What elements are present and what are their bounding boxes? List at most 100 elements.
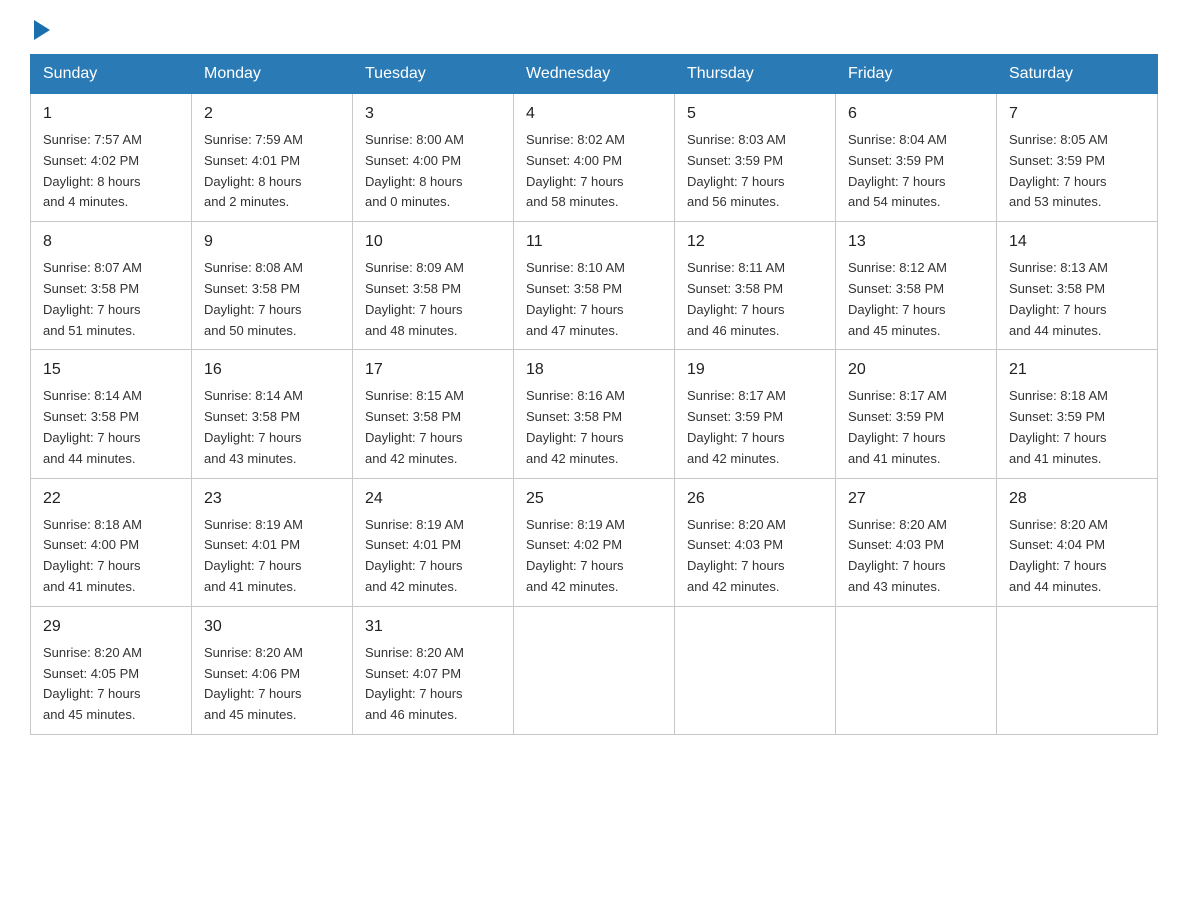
- day-number: 12: [687, 230, 823, 254]
- calendar-week-4: 22 Sunrise: 8:18 AMSunset: 4:00 PMDaylig…: [31, 478, 1158, 606]
- day-info: Sunrise: 8:19 AMSunset: 4:02 PMDaylight:…: [526, 515, 662, 598]
- calendar-cell: 15 Sunrise: 8:14 AMSunset: 3:58 PMDaylig…: [31, 350, 192, 478]
- calendar-cell: 2 Sunrise: 7:59 AMSunset: 4:01 PMDayligh…: [192, 94, 353, 222]
- day-info: Sunrise: 8:15 AMSunset: 3:58 PMDaylight:…: [365, 386, 501, 469]
- day-number: 3: [365, 102, 501, 126]
- day-info: Sunrise: 7:57 AMSunset: 4:02 PMDaylight:…: [43, 130, 179, 213]
- calendar-cell: 18 Sunrise: 8:16 AMSunset: 3:58 PMDaylig…: [514, 350, 675, 478]
- calendar-cell: 30 Sunrise: 8:20 AMSunset: 4:06 PMDaylig…: [192, 606, 353, 734]
- day-number: 7: [1009, 102, 1145, 126]
- calendar-cell: 25 Sunrise: 8:19 AMSunset: 4:02 PMDaylig…: [514, 478, 675, 606]
- weekday-header-saturday: Saturday: [997, 55, 1158, 94]
- calendar-cell: 16 Sunrise: 8:14 AMSunset: 3:58 PMDaylig…: [192, 350, 353, 478]
- calendar-cell: [836, 606, 997, 734]
- calendar-cell: 3 Sunrise: 8:00 AMSunset: 4:00 PMDayligh…: [353, 94, 514, 222]
- day-number: 21: [1009, 358, 1145, 382]
- day-number: 23: [204, 487, 340, 511]
- weekday-header-sunday: Sunday: [31, 55, 192, 94]
- calendar-cell: 21 Sunrise: 8:18 AMSunset: 3:59 PMDaylig…: [997, 350, 1158, 478]
- day-number: 22: [43, 487, 179, 511]
- day-info: Sunrise: 8:14 AMSunset: 3:58 PMDaylight:…: [43, 386, 179, 469]
- day-number: 28: [1009, 487, 1145, 511]
- day-number: 29: [43, 615, 179, 639]
- calendar-cell: 31 Sunrise: 8:20 AMSunset: 4:07 PMDaylig…: [353, 606, 514, 734]
- day-info: Sunrise: 8:20 AMSunset: 4:06 PMDaylight:…: [204, 643, 340, 726]
- day-info: Sunrise: 8:18 AMSunset: 3:59 PMDaylight:…: [1009, 386, 1145, 469]
- day-number: 31: [365, 615, 501, 639]
- day-info: Sunrise: 8:05 AMSunset: 3:59 PMDaylight:…: [1009, 130, 1145, 213]
- day-number: 16: [204, 358, 340, 382]
- day-info: Sunrise: 8:20 AMSunset: 4:05 PMDaylight:…: [43, 643, 179, 726]
- day-info: Sunrise: 8:08 AMSunset: 3:58 PMDaylight:…: [204, 258, 340, 341]
- calendar-cell: 4 Sunrise: 8:02 AMSunset: 4:00 PMDayligh…: [514, 94, 675, 222]
- day-info: Sunrise: 8:20 AMSunset: 4:03 PMDaylight:…: [848, 515, 984, 598]
- calendar-cell: 23 Sunrise: 8:19 AMSunset: 4:01 PMDaylig…: [192, 478, 353, 606]
- day-number: 17: [365, 358, 501, 382]
- day-info: Sunrise: 8:17 AMSunset: 3:59 PMDaylight:…: [687, 386, 823, 469]
- calendar-cell: 7 Sunrise: 8:05 AMSunset: 3:59 PMDayligh…: [997, 94, 1158, 222]
- calendar-cell: 27 Sunrise: 8:20 AMSunset: 4:03 PMDaylig…: [836, 478, 997, 606]
- weekday-header-thursday: Thursday: [675, 55, 836, 94]
- calendar-cell: 13 Sunrise: 8:12 AMSunset: 3:58 PMDaylig…: [836, 222, 997, 350]
- day-number: 1: [43, 102, 179, 126]
- day-info: Sunrise: 8:09 AMSunset: 3:58 PMDaylight:…: [365, 258, 501, 341]
- calendar-table: SundayMondayTuesdayWednesdayThursdayFrid…: [30, 54, 1158, 735]
- calendar-cell: 19 Sunrise: 8:17 AMSunset: 3:59 PMDaylig…: [675, 350, 836, 478]
- day-number: 5: [687, 102, 823, 126]
- day-info: Sunrise: 8:10 AMSunset: 3:58 PMDaylight:…: [526, 258, 662, 341]
- day-info: Sunrise: 8:04 AMSunset: 3:59 PMDaylight:…: [848, 130, 984, 213]
- day-number: 2: [204, 102, 340, 126]
- day-number: 13: [848, 230, 984, 254]
- day-number: 19: [687, 358, 823, 382]
- weekday-header-monday: Monday: [192, 55, 353, 94]
- day-info: Sunrise: 8:19 AMSunset: 4:01 PMDaylight:…: [204, 515, 340, 598]
- day-number: 8: [43, 230, 179, 254]
- day-info: Sunrise: 8:14 AMSunset: 3:58 PMDaylight:…: [204, 386, 340, 469]
- weekday-header-tuesday: Tuesday: [353, 55, 514, 94]
- calendar-cell: 28 Sunrise: 8:20 AMSunset: 4:04 PMDaylig…: [997, 478, 1158, 606]
- calendar-cell: 8 Sunrise: 8:07 AMSunset: 3:58 PMDayligh…: [31, 222, 192, 350]
- weekday-header-wednesday: Wednesday: [514, 55, 675, 94]
- logo: [30, 20, 50, 34]
- day-number: 10: [365, 230, 501, 254]
- day-number: 11: [526, 230, 662, 254]
- calendar-cell: 26 Sunrise: 8:20 AMSunset: 4:03 PMDaylig…: [675, 478, 836, 606]
- calendar-cell: 20 Sunrise: 8:17 AMSunset: 3:59 PMDaylig…: [836, 350, 997, 478]
- day-info: Sunrise: 7:59 AMSunset: 4:01 PMDaylight:…: [204, 130, 340, 213]
- day-number: 26: [687, 487, 823, 511]
- day-info: Sunrise: 8:00 AMSunset: 4:00 PMDaylight:…: [365, 130, 501, 213]
- calendar-cell: [997, 606, 1158, 734]
- calendar-cell: 9 Sunrise: 8:08 AMSunset: 3:58 PMDayligh…: [192, 222, 353, 350]
- day-number: 15: [43, 358, 179, 382]
- calendar-week-1: 1 Sunrise: 7:57 AMSunset: 4:02 PMDayligh…: [31, 94, 1158, 222]
- day-info: Sunrise: 8:12 AMSunset: 3:58 PMDaylight:…: [848, 258, 984, 341]
- day-info: Sunrise: 8:20 AMSunset: 4:04 PMDaylight:…: [1009, 515, 1145, 598]
- day-info: Sunrise: 8:17 AMSunset: 3:59 PMDaylight:…: [848, 386, 984, 469]
- calendar-cell: 12 Sunrise: 8:11 AMSunset: 3:58 PMDaylig…: [675, 222, 836, 350]
- day-number: 6: [848, 102, 984, 126]
- day-info: Sunrise: 8:18 AMSunset: 4:00 PMDaylight:…: [43, 515, 179, 598]
- day-info: Sunrise: 8:07 AMSunset: 3:58 PMDaylight:…: [43, 258, 179, 341]
- calendar-week-3: 15 Sunrise: 8:14 AMSunset: 3:58 PMDaylig…: [31, 350, 1158, 478]
- calendar-cell: 6 Sunrise: 8:04 AMSunset: 3:59 PMDayligh…: [836, 94, 997, 222]
- page-header: [30, 20, 1158, 34]
- day-info: Sunrise: 8:20 AMSunset: 4:03 PMDaylight:…: [687, 515, 823, 598]
- day-info: Sunrise: 8:02 AMSunset: 4:00 PMDaylight:…: [526, 130, 662, 213]
- weekday-header-row: SundayMondayTuesdayWednesdayThursdayFrid…: [31, 55, 1158, 94]
- logo-triangle-icon: [34, 20, 50, 40]
- calendar-cell: 17 Sunrise: 8:15 AMSunset: 3:58 PMDaylig…: [353, 350, 514, 478]
- day-number: 4: [526, 102, 662, 126]
- day-info: Sunrise: 8:03 AMSunset: 3:59 PMDaylight:…: [687, 130, 823, 213]
- day-info: Sunrise: 8:19 AMSunset: 4:01 PMDaylight:…: [365, 515, 501, 598]
- day-info: Sunrise: 8:11 AMSunset: 3:58 PMDaylight:…: [687, 258, 823, 341]
- calendar-cell: 24 Sunrise: 8:19 AMSunset: 4:01 PMDaylig…: [353, 478, 514, 606]
- day-number: 14: [1009, 230, 1145, 254]
- day-number: 24: [365, 487, 501, 511]
- day-number: 18: [526, 358, 662, 382]
- calendar-cell: 10 Sunrise: 8:09 AMSunset: 3:58 PMDaylig…: [353, 222, 514, 350]
- calendar-cell: 22 Sunrise: 8:18 AMSunset: 4:00 PMDaylig…: [31, 478, 192, 606]
- calendar-cell: 1 Sunrise: 7:57 AMSunset: 4:02 PMDayligh…: [31, 94, 192, 222]
- day-number: 25: [526, 487, 662, 511]
- weekday-header-friday: Friday: [836, 55, 997, 94]
- calendar-cell: 29 Sunrise: 8:20 AMSunset: 4:05 PMDaylig…: [31, 606, 192, 734]
